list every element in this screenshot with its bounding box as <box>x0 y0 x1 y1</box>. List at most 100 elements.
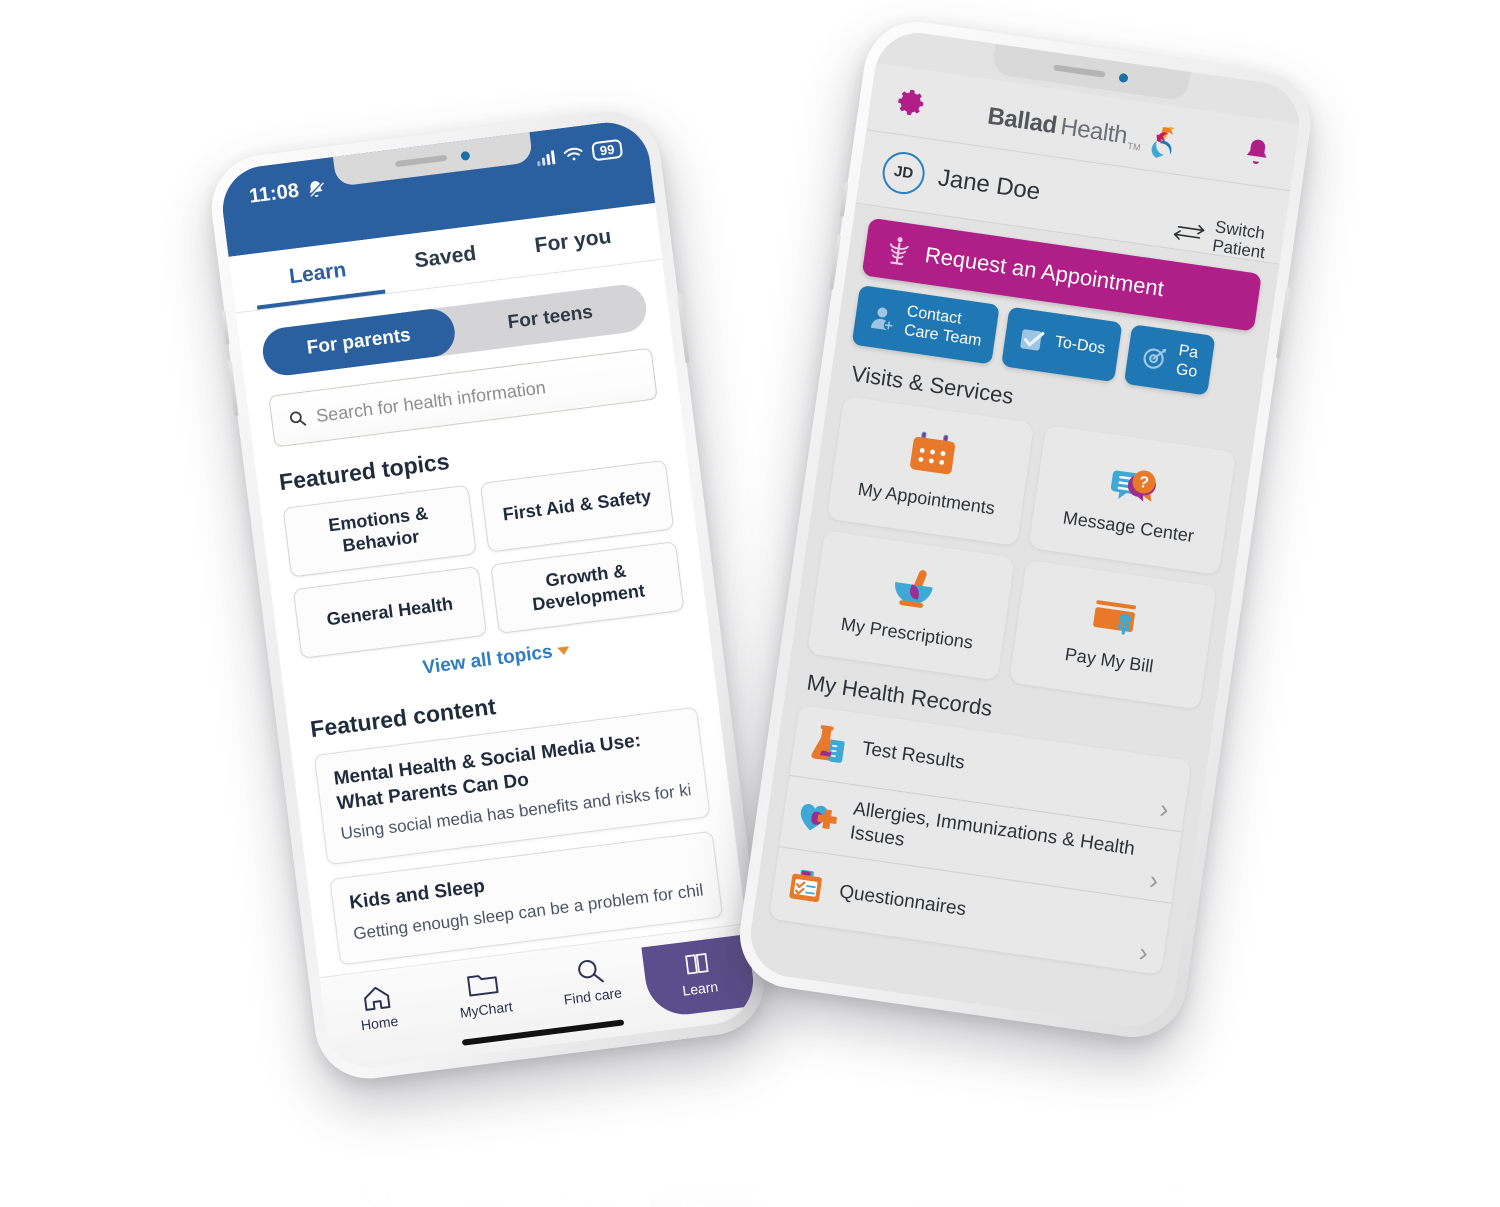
learn-screen: Learn Saved For you For parents For teen… <box>228 1123 759 1207</box>
search-icon <box>287 408 307 428</box>
patient-name: Jane Doe <box>936 163 1043 206</box>
gear-icon[interactable] <box>893 84 929 120</box>
mortar-pestle-icon <box>884 562 942 617</box>
chip-label-line2: Go <box>1174 360 1199 381</box>
chip-label-line2: Care Team <box>902 321 983 350</box>
checkbox-icon <box>1016 324 1048 356</box>
nav-item-home[interactable]: Home <box>321 975 434 1038</box>
person-plus-icon <box>867 303 899 335</box>
signal-icon <box>536 149 556 166</box>
nav-item-find-care[interactable]: Find care <box>534 948 647 1011</box>
brand-name-bold: Ballad <box>985 102 1059 139</box>
tab-saved[interactable]: Saved <box>380 238 513 294</box>
folder-icon <box>428 1188 539 1207</box>
chevron-down-icon <box>556 646 570 656</box>
chip-label: Contact Care Team <box>903 303 986 351</box>
right-phone-screen: Ballad Health TM <box>745 1164 1305 1207</box>
status-time: 11:08 <box>247 179 301 208</box>
topic-card[interactable]: Emotions & Behavior <box>282 484 477 578</box>
volume-up-button[interactable] <box>221 310 230 345</box>
nav-label: MyChart <box>458 1175 514 1198</box>
mychart-home-screen: Ballad Health TM <box>745 27 1305 1032</box>
earpiece-speaker <box>395 154 448 168</box>
bell-icon[interactable] <box>1241 135 1273 169</box>
tile-pay-my-bill[interactable]: Pay My Bill <box>1009 559 1217 710</box>
volume-up-button[interactable] <box>839 182 849 217</box>
screenshot-stage: 11:08 99 Learn Saved For you For parents… <box>0 0 1500 1207</box>
tab-learn[interactable]: Learn <box>252 253 386 310</box>
nav-item-find-care[interactable]: Find care <box>534 1185 647 1207</box>
calendar-icon <box>903 428 961 483</box>
volume-down-button[interactable] <box>829 234 842 291</box>
right-phone-device: Ballad Health TM <box>732 1151 1318 1207</box>
home-icon <box>321 1174 432 1207</box>
right-phone-screen: Ballad Health TM <box>745 27 1305 1032</box>
power-button[interactable] <box>1276 286 1291 359</box>
search-icon <box>534 1201 645 1207</box>
chip-label: To-Dos <box>1053 333 1107 358</box>
lab-flask-icon <box>806 723 851 766</box>
clipboard-icon <box>785 867 828 908</box>
switch-patient-label: Switch Patient <box>1211 217 1269 263</box>
tab-for-you[interactable]: For you <box>508 222 641 278</box>
left-phone-screen: 11:08 <box>217 1123 759 1207</box>
learn-screen: Learn Saved For you For parents For teen… <box>228 202 759 1073</box>
left-phone-device: 11:08 <box>205 105 771 1085</box>
bell-slash-icon <box>305 178 327 200</box>
chip-patient-goals[interactable]: Pa Go <box>1123 324 1216 396</box>
device-reflection-content: 11:08 <box>0 1098 1500 1207</box>
device-reflection: 11:08 <box>0 1098 1500 1207</box>
right-phone-device: Ballad Health TM <box>732 14 1318 1045</box>
tile-message-center[interactable]: ? Message Center <box>1028 424 1237 575</box>
avatar: JD <box>879 148 928 197</box>
tile-label: My Prescriptions <box>839 614 975 653</box>
brand-logo: Ballad Health TM <box>986 96 1184 158</box>
visits-services-grid: My Appointments ? Message Center My Pres… <box>807 395 1237 710</box>
caduceus-icon <box>883 234 913 267</box>
ballad-health-logo-icon <box>1145 119 1184 163</box>
topic-card[interactable]: General Health <box>292 565 488 659</box>
power-button[interactable] <box>676 293 690 364</box>
volume-down-button[interactable] <box>227 360 239 417</box>
tile-label: My Appointments <box>856 479 997 519</box>
nav-item-mychart[interactable]: MyChart <box>428 1172 541 1207</box>
nav-item-mychart[interactable]: MyChart <box>428 961 541 1024</box>
chat-bubbles-icon: ? <box>1105 458 1165 511</box>
nav-item-learn[interactable]: Learn <box>640 1176 757 1207</box>
nav-label: Find care <box>562 1188 623 1207</box>
topic-card[interactable]: First Aid & Safety <box>479 459 675 553</box>
tile-my-appointments[interactable]: My Appointments <box>826 395 1035 546</box>
health-records-list: Test Results › Allergies, Immunizations … <box>768 704 1192 976</box>
nav-item-learn[interactable]: Learn <box>640 934 757 1020</box>
search-placeholder: Search for health information <box>314 376 547 426</box>
target-icon <box>1139 342 1171 374</box>
brand-name-light: Health <box>1058 112 1129 149</box>
chip-contact-care-team[interactable]: Contact Care Team <box>851 284 1000 365</box>
request-appointment-label: Request an Appointment <box>923 242 1166 302</box>
nav-item-home[interactable]: Home <box>321 1158 434 1207</box>
topic-card[interactable]: Growth & Development <box>490 541 685 634</box>
home-indicator <box>461 1150 625 1177</box>
tile-my-prescriptions[interactable]: My Prescriptions <box>807 530 1015 681</box>
tile-label: Message Center <box>1061 507 1196 547</box>
chip-label-line1: Pa <box>1177 342 1200 362</box>
switch-patient-button[interactable]: Switch Patient <box>1169 211 1269 263</box>
switch-arrows-icon <box>1171 220 1208 245</box>
front-camera <box>1118 72 1129 83</box>
bottom-navigation: Home MyChart <box>319 1123 759 1207</box>
left-phone-device: 11:08 <box>205 1111 771 1207</box>
chip-to-dos[interactable]: To-Dos <box>1001 306 1123 382</box>
segment-for-parents[interactable]: For parents <box>260 306 458 379</box>
nav-label: Home <box>359 1162 400 1184</box>
chip-label: Pa Go <box>1175 342 1202 382</box>
mychart-home-screen: Ballad Health TM <box>745 1164 1305 1207</box>
featured-topics-grid: Emotions & Behavior First Aid & Safety G… <box>282 459 685 659</box>
trademark-mark: TM <box>1126 140 1142 153</box>
nav-label: Learn <box>646 1193 755 1207</box>
front-camera <box>460 150 471 161</box>
tile-label: Pay My Bill <box>1063 644 1155 677</box>
segment-for-teens[interactable]: For teens <box>452 282 649 354</box>
battery-indicator: 99 <box>591 138 624 162</box>
wifi-icon <box>563 146 585 163</box>
credit-card-dollar-icon <box>1086 594 1144 645</box>
